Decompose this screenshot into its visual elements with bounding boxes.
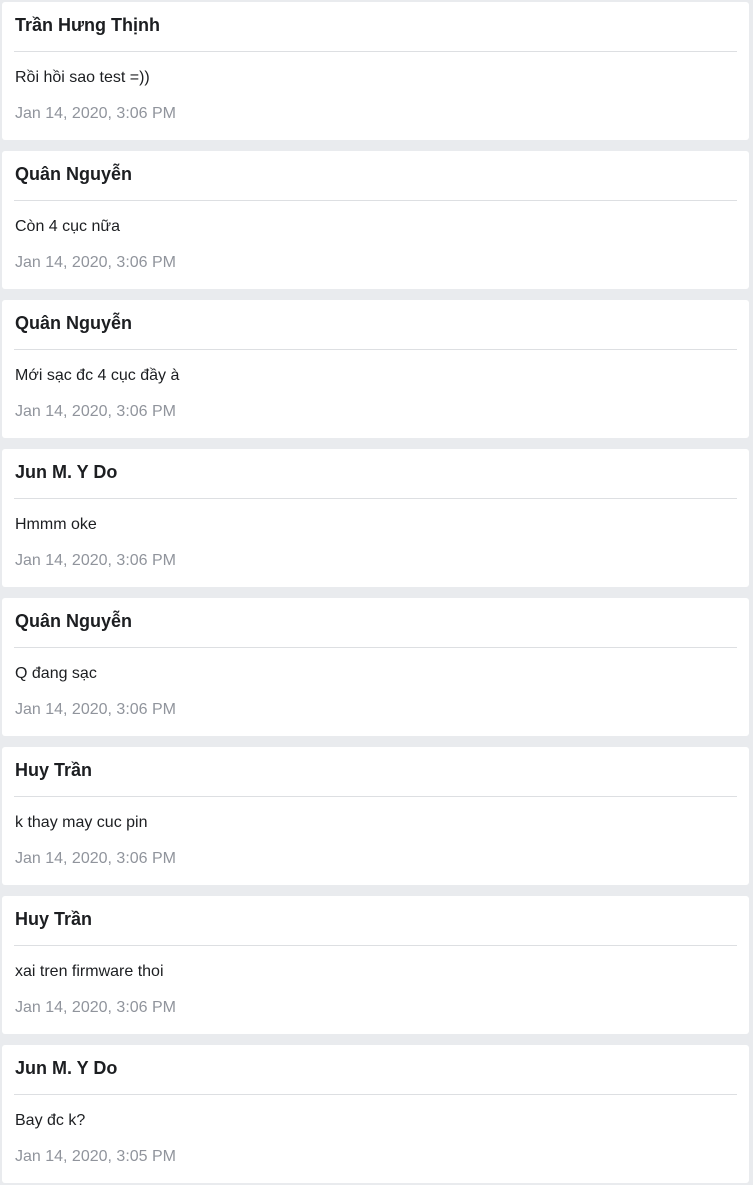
message-card: Quân Nguyễn Còn 4 cục nữa Jan 14, 2020, … bbox=[2, 151, 749, 289]
message-text: Rồi hồi sao test =)) bbox=[15, 69, 150, 86]
message-card: Quân Nguyễn Q đang sạc Jan 14, 2020, 3:0… bbox=[2, 598, 749, 736]
message-card: Jun M. Y Do Bay đc k? Jan 14, 2020, 3:05… bbox=[2, 1045, 749, 1183]
card-divider bbox=[14, 200, 737, 201]
message-author[interactable]: Quân Nguyễn bbox=[15, 610, 132, 632]
message-timestamp: Jan 14, 2020, 3:06 PM bbox=[15, 552, 176, 569]
message-text: Bay đc k? bbox=[15, 1112, 86, 1129]
message-card: Quân Nguyễn Mới sạc đc 4 cục đầy à Jan 1… bbox=[2, 300, 749, 438]
card-divider bbox=[14, 349, 737, 350]
message-text: xai tren firmware thoi bbox=[15, 963, 164, 980]
message-author[interactable]: Huy Trần bbox=[15, 759, 92, 781]
message-timestamp: Jan 14, 2020, 3:06 PM bbox=[15, 105, 176, 122]
message-timestamp: Jan 14, 2020, 3:06 PM bbox=[15, 403, 176, 420]
message-timestamp: Jan 14, 2020, 3:05 PM bbox=[15, 1148, 176, 1165]
card-divider bbox=[14, 647, 737, 648]
message-author[interactable]: Trần Hưng Thịnh bbox=[15, 14, 160, 36]
card-divider bbox=[14, 51, 737, 52]
message-timestamp: Jan 14, 2020, 3:06 PM bbox=[15, 850, 176, 867]
message-author[interactable]: Jun M. Y Do bbox=[15, 1057, 117, 1079]
message-card: Trần Hưng Thịnh Rồi hồi sao test =)) Jan… bbox=[2, 2, 749, 140]
message-author[interactable]: Jun M. Y Do bbox=[15, 461, 117, 483]
message-feed: Trần Hưng Thịnh Rồi hồi sao test =)) Jan… bbox=[0, 0, 753, 1185]
message-author[interactable]: Quân Nguyễn bbox=[15, 163, 132, 185]
message-card: Huy Trần k thay may cuc pin Jan 14, 2020… bbox=[2, 747, 749, 885]
card-divider bbox=[14, 1094, 737, 1095]
message-card: Jun M. Y Do Hmmm oke Jan 14, 2020, 3:06 … bbox=[2, 449, 749, 587]
message-text: k thay may cuc pin bbox=[15, 814, 148, 831]
message-card: Huy Trần xai tren firmware thoi Jan 14, … bbox=[2, 896, 749, 1034]
message-timestamp: Jan 14, 2020, 3:06 PM bbox=[15, 254, 176, 271]
message-text: Mới sạc đc 4 cục đầy à bbox=[15, 367, 180, 384]
message-text: Hmmm oke bbox=[15, 516, 97, 533]
message-timestamp: Jan 14, 2020, 3:06 PM bbox=[15, 999, 176, 1016]
message-author[interactable]: Huy Trần bbox=[15, 908, 92, 930]
card-divider bbox=[14, 796, 737, 797]
message-text: Q đang sạc bbox=[15, 665, 97, 682]
message-timestamp: Jan 14, 2020, 3:06 PM bbox=[15, 701, 176, 718]
card-divider bbox=[14, 945, 737, 946]
message-text: Còn 4 cục nữa bbox=[15, 218, 120, 235]
message-author[interactable]: Quân Nguyễn bbox=[15, 312, 132, 334]
card-divider bbox=[14, 498, 737, 499]
